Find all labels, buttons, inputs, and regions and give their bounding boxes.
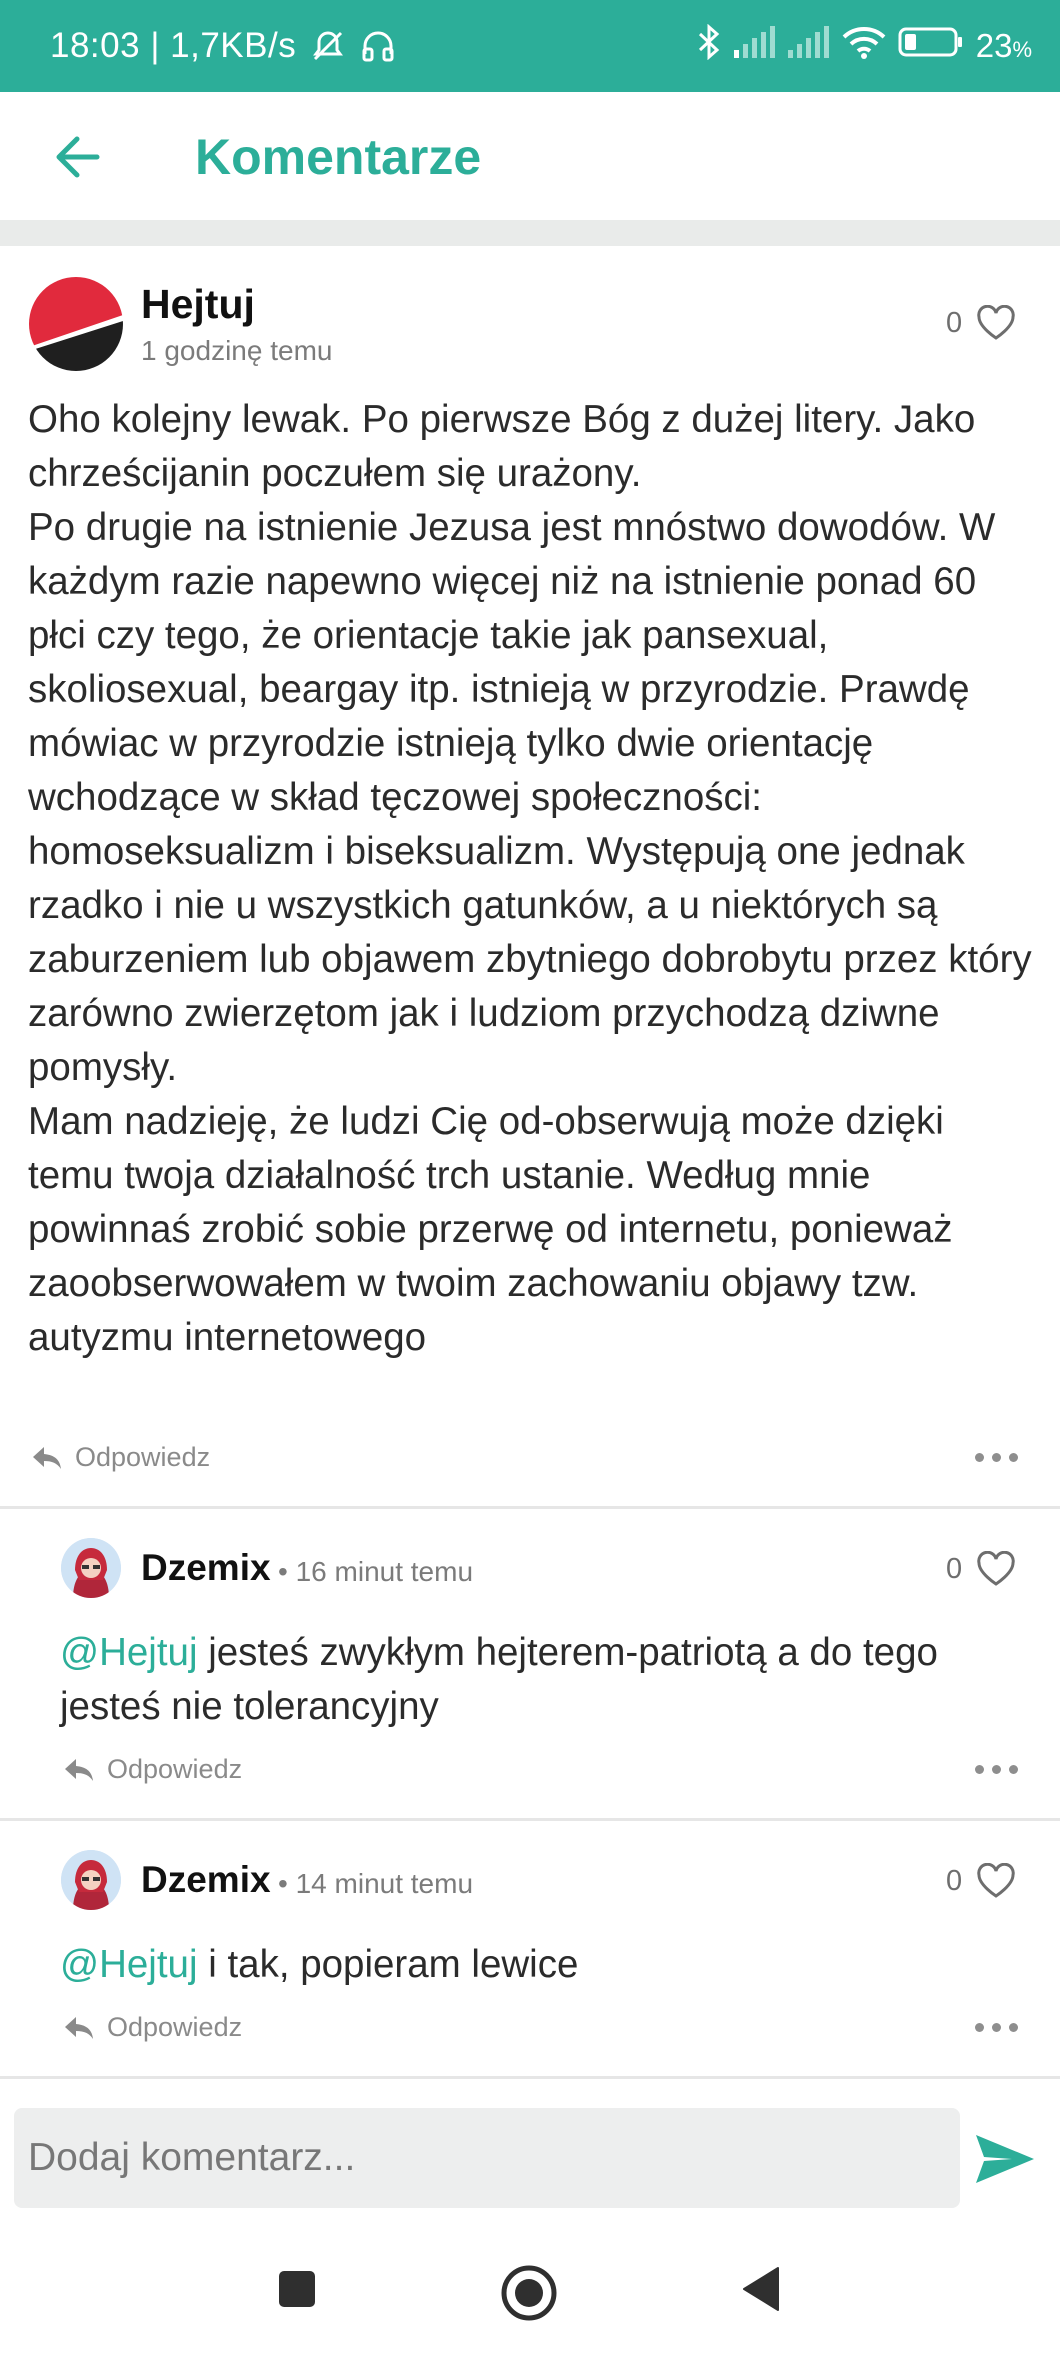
page-title: Komentarze — [195, 129, 482, 185]
headset-icon — [360, 28, 396, 64]
reply-time: 16 minut temu — [295, 1556, 474, 1587]
battery-percent: 23 — [975, 27, 1013, 64]
reply-body: @Hejtuj i tak, popieram lewice — [60, 1938, 1010, 1992]
system-nav-bar — [0, 2230, 1060, 2355]
separator-dot: • — [278, 1556, 288, 1587]
reply-author[interactable]: Dzemix — [141, 1859, 271, 1901]
signal-icon — [733, 26, 776, 66]
separator-dot: • — [278, 1868, 288, 1899]
reply-button[interactable]: Odpowiedz — [63, 2012, 242, 2043]
like-count: 0 — [946, 1864, 963, 1897]
arrow-left-icon — [56, 136, 100, 178]
reply-icon — [65, 2016, 93, 2039]
divider — [0, 1818, 1060, 1821]
reply-icon — [33, 1446, 61, 1469]
status-time: 18:03 — [50, 26, 141, 65]
reply-label: Odpowiedz — [107, 2012, 243, 2042]
reply-body: @Hejtuj jesteś zwykłym hejterem-patriotą… — [60, 1626, 1010, 1734]
reply-button[interactable]: Odpowiedz — [31, 1442, 210, 1473]
more-options-icon[interactable] — [975, 1453, 1018, 1462]
reply-label: Odpowiedz — [75, 1442, 211, 1472]
mute-icon — [310, 28, 346, 64]
network-speed: 1,7KB/s — [170, 26, 297, 65]
heart-icon[interactable] — [976, 1551, 1016, 1587]
mention-link[interactable]: @Hejtuj — [60, 1631, 198, 1674]
divider — [0, 2076, 1060, 2079]
signal-icon — [787, 26, 830, 66]
like-control[interactable]: 0 — [946, 305, 1016, 341]
heart-icon[interactable] — [976, 1863, 1016, 1899]
avatar[interactable] — [61, 1538, 121, 1598]
like-control[interactable]: 0 — [946, 1863, 1016, 1899]
recents-square-icon[interactable] — [272, 2264, 322, 2314]
battery-icon — [898, 26, 964, 66]
like-count: 0 — [946, 1552, 963, 1585]
more-options-icon[interactable] — [975, 1765, 1018, 1774]
status-bar: 18:03 | 1,7KB/s 23% — [0, 0, 1060, 92]
avatar[interactable] — [61, 1850, 121, 1910]
wifi-icon — [842, 25, 886, 67]
divider — [0, 1506, 1060, 1509]
battery-unit: % — [1012, 37, 1032, 62]
app-bar: Komentarze — [0, 92, 1060, 220]
reply-author[interactable]: Dzemix — [141, 1547, 271, 1589]
comment-composer — [14, 2108, 960, 2208]
back-button[interactable] — [42, 122, 112, 192]
reply-time: 14 minut temu — [295, 1868, 474, 1899]
section-divider — [0, 220, 1060, 246]
reply-text: i tak, popieram lewice — [197, 1943, 579, 1986]
like-control[interactable]: 0 — [946, 1551, 1016, 1587]
reply-label: Odpowiedz — [107, 1754, 243, 1784]
send-button[interactable] — [966, 2124, 1044, 2194]
comment-author[interactable]: Hejtuj — [141, 281, 255, 328]
home-circle-icon[interactable] — [498, 2262, 560, 2324]
avatar[interactable] — [29, 277, 123, 371]
comment-time: 1 godzinę temu — [141, 335, 333, 366]
comment-body: Oho kolejny lewak. Po pierwsze Bóg z duż… — [28, 398, 1032, 1359]
heart-icon[interactable] — [976, 305, 1016, 341]
bluetooth-icon — [696, 23, 722, 68]
reply-icon — [65, 1758, 93, 1781]
back-triangle-icon[interactable] — [735, 2264, 785, 2314]
send-icon — [976, 2135, 1034, 2183]
comment-input[interactable] — [14, 2108, 960, 2208]
mention-link[interactable]: @Hejtuj — [60, 1943, 198, 1986]
reply-button[interactable]: Odpowiedz — [63, 1754, 242, 1785]
like-count: 0 — [946, 306, 963, 339]
more-options-icon[interactable] — [975, 2023, 1018, 2032]
